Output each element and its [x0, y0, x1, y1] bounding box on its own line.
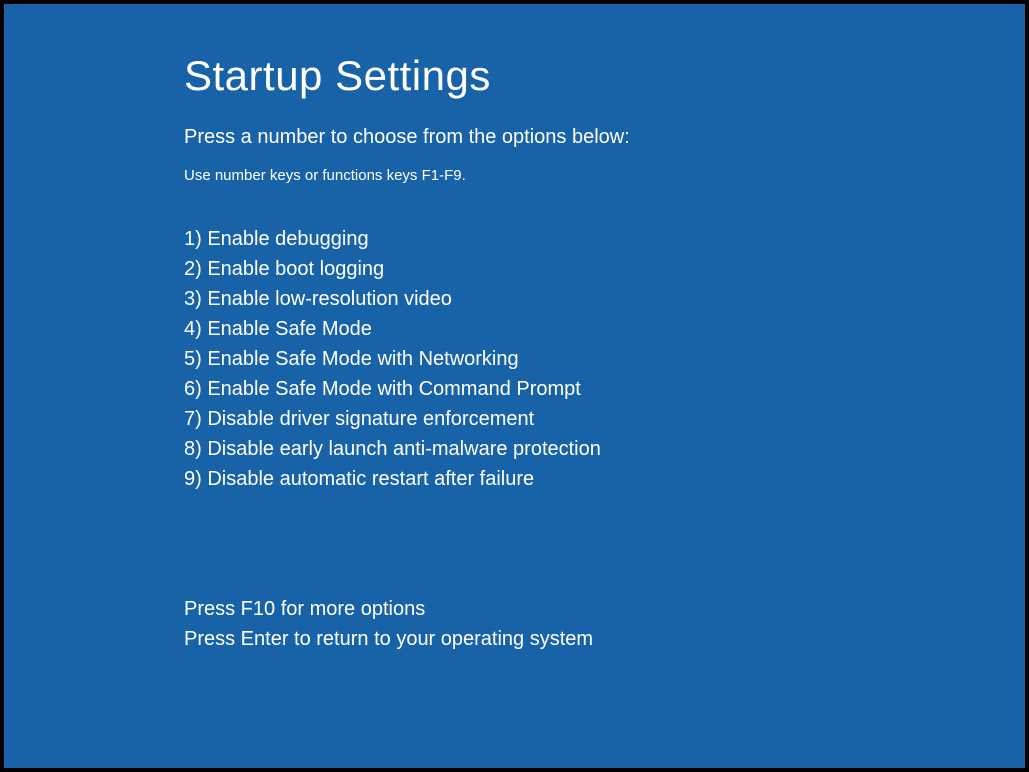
- key-hint-text: Use number keys or functions keys F1-F9.: [184, 167, 1025, 184]
- option-disable-driver-signature-enforcement[interactable]: 7) Disable driver signature enforcement: [184, 404, 1025, 434]
- option-enable-boot-logging[interactable]: 2) Enable boot logging: [184, 254, 1025, 284]
- option-enable-safe-mode[interactable]: 4) Enable Safe Mode: [184, 314, 1025, 344]
- option-enable-low-resolution-video[interactable]: 3) Enable low-resolution video: [184, 284, 1025, 314]
- option-enable-safe-mode-command-prompt[interactable]: 6) Enable Safe Mode with Command Prompt: [184, 374, 1025, 404]
- options-list: 1) Enable debugging 2) Enable boot loggi…: [184, 224, 1025, 494]
- option-disable-early-launch-anti-malware[interactable]: 8) Disable early launch anti-malware pro…: [184, 434, 1025, 464]
- return-text: Press Enter to return to your operating …: [184, 624, 1025, 654]
- option-enable-safe-mode-networking[interactable]: 5) Enable Safe Mode with Networking: [184, 344, 1025, 374]
- instruction-text: Press a number to choose from the option…: [184, 126, 1025, 149]
- option-disable-automatic-restart[interactable]: 9) Disable automatic restart after failu…: [184, 464, 1025, 494]
- more-options-text: Press F10 for more options: [184, 594, 1025, 624]
- page-title: Startup Settings: [184, 52, 1025, 100]
- option-enable-debugging[interactable]: 1) Enable debugging: [184, 224, 1025, 254]
